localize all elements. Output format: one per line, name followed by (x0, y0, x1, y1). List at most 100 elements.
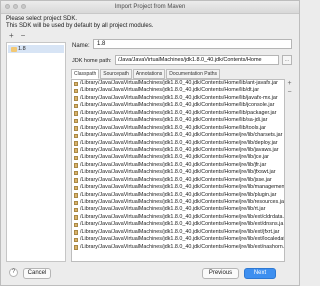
classpath-row-label: /Library/Java/JavaVirtualMachines/jdk1.8… (80, 80, 278, 86)
tab-documentation-paths[interactable]: Documentation Paths (166, 69, 221, 79)
classpath-row-label: /Library/Java/JavaVirtualMachines/jdk1.8… (80, 199, 284, 205)
classpath-row-label: /Library/Java/JavaVirtualMachines/jdk1.8… (80, 221, 284, 228)
classpath-row[interactable]: /Library/Java/JavaVirtualMachines/jdk1.8… (72, 229, 284, 236)
classpath-row-label: /Library/Java/JavaVirtualMachines/jdk1.8… (80, 132, 283, 139)
add-classpath-button[interactable]: + (286, 79, 293, 88)
jar-icon (74, 118, 78, 124)
classpath-row-label: /Library/Java/JavaVirtualMachines/jdk1.8… (80, 87, 260, 94)
classpath-row[interactable]: /Library/Java/JavaVirtualMachines/jdk1.8… (72, 236, 284, 243)
classpath-row-label: /Library/Java/JavaVirtualMachines/jdk1.8… (80, 139, 278, 146)
jar-icon (74, 155, 78, 161)
remove-sdk-button[interactable]: − (21, 32, 26, 40)
jar-icon (74, 163, 78, 168)
window-title: Import Project from Maven (114, 4, 186, 10)
classpath-row-label: /Library/Java/JavaVirtualMachines/jdk1.8… (80, 236, 284, 243)
classpath-list: /Library/Java/JavaVirtualMachines/jdk1.8… (71, 79, 285, 262)
previous-button[interactable]: Previous (202, 268, 239, 279)
import-project-dialog: Import Project from Maven Please select … (0, 0, 300, 286)
sdk-list: 1.8 (6, 42, 66, 262)
jar-icon (74, 230, 78, 235)
folder-icon (11, 46, 17, 52)
classpath-row[interactable]: /Library/Java/JavaVirtualMachines/jdk1.8… (72, 214, 284, 221)
classpath-row[interactable]: /Library/Java/JavaVirtualMachines/jdk1.8… (72, 184, 284, 191)
classpath-row[interactable]: /Library/Java/JavaVirtualMachines/jdk1.8… (72, 95, 284, 102)
classpath-row-label: /Library/Java/JavaVirtualMachines/jdk1.8… (80, 206, 266, 213)
classpath-row-label: /Library/Java/JavaVirtualMachines/jdk1.8… (80, 176, 272, 183)
jdk-home-field[interactable]: /Java/JavaVirtualMachines/jdk1.8.0_40.jd… (115, 55, 279, 65)
jar-icon (74, 178, 78, 183)
zoom-window-button[interactable] (21, 4, 26, 9)
jar-icon (74, 133, 78, 139)
classpath-row[interactable]: /Library/Java/JavaVirtualMachines/jdk1.8… (72, 87, 284, 94)
jar-icon (74, 103, 78, 109)
jar-icon (74, 215, 78, 220)
classpath-row-label: /Library/Java/JavaVirtualMachines/jdk1.8… (80, 154, 269, 161)
classpath-row[interactable]: /Library/Java/JavaVirtualMachines/jdk1.8… (72, 132, 284, 139)
help-button[interactable]: ? (9, 268, 18, 277)
sdk-toolbar: + − (9, 32, 25, 40)
jar-icon (74, 148, 78, 153)
jar-icon (74, 81, 78, 86)
jar-icon (74, 245, 78, 250)
jar-icon (74, 222, 78, 228)
jar-icon (74, 185, 78, 191)
title-bar: Import Project from Maven (1, 1, 299, 14)
header-line-1: Please select project SDK. (6, 16, 78, 22)
jar-icon (74, 88, 78, 94)
classpath-row[interactable]: /Library/Java/JavaVirtualMachines/jdk1.8… (72, 147, 284, 154)
classpath-row[interactable]: /Library/Java/JavaVirtualMachines/jdk1.8… (72, 110, 284, 117)
tab-annotations[interactable]: Annotations (132, 69, 166, 79)
sdk-list-item[interactable]: 1.8 (8, 45, 64, 53)
classpath-row-label: /Library/Java/JavaVirtualMachines/jdk1.8… (80, 161, 267, 168)
classpath-row-label: /Library/Java/JavaVirtualMachines/jdk1.8… (80, 117, 268, 124)
header-line-2: This SDK will be used by default by all … (6, 23, 154, 29)
jar-icon (74, 170, 78, 176)
classpath-row[interactable]: /Library/Java/JavaVirtualMachines/jdk1.8… (72, 192, 284, 199)
tab-sourcepath[interactable]: Sourcepath (100, 69, 132, 79)
browse-button[interactable]: ... (282, 55, 292, 65)
classpath-toolbar: + − (286, 79, 293, 97)
name-label: Name: (72, 43, 90, 49)
next-button[interactable]: Next (244, 268, 276, 279)
classpath-row-label: /Library/Java/JavaVirtualMachines/jdk1.8… (80, 184, 284, 191)
add-sdk-button[interactable]: + (9, 32, 14, 40)
jar-icon (74, 96, 78, 101)
minimize-window-button[interactable] (13, 4, 18, 9)
tab-classpath[interactable]: Classpath (71, 69, 100, 79)
classpath-row[interactable]: /Library/Java/JavaVirtualMachines/jdk1.8… (72, 125, 284, 132)
jar-icon (74, 111, 78, 116)
classpath-row[interactable]: /Library/Java/JavaVirtualMachines/jdk1.8… (72, 102, 284, 109)
jar-icon (74, 200, 78, 205)
classpath-row[interactable]: /Library/Java/JavaVirtualMachines/jdk1.8… (72, 244, 284, 251)
sdk-item-label: 1.8 (18, 46, 26, 52)
name-field[interactable]: 1.8 (93, 39, 292, 49)
classpath-row[interactable]: /Library/Java/JavaVirtualMachines/jdk1.8… (72, 206, 284, 213)
classpath-row[interactable]: /Library/Java/JavaVirtualMachines/jdk1.8… (72, 140, 284, 147)
classpath-row[interactable]: /Library/Java/JavaVirtualMachines/jdk1.8… (72, 162, 284, 169)
classpath-row-label: /Library/Java/JavaVirtualMachines/jdk1.8… (80, 109, 277, 116)
classpath-row[interactable]: /Library/Java/JavaVirtualMachines/jdk1.8… (72, 154, 284, 161)
jar-icon (74, 237, 78, 243)
close-window-button[interactable] (5, 4, 10, 9)
classpath-row-label: /Library/Java/JavaVirtualMachines/jdk1.8… (80, 228, 280, 235)
classpath-row-label: /Library/Java/JavaVirtualMachines/jdk1.8… (80, 213, 284, 220)
remove-classpath-button[interactable]: − (286, 88, 293, 97)
classpath-row[interactable]: /Library/Java/JavaVirtualMachines/jdk1.8… (72, 169, 284, 176)
classpath-row-label: /Library/Java/JavaVirtualMachines/jdk1.8… (80, 146, 279, 153)
classpath-row-label: /Library/Java/JavaVirtualMachines/jdk1.8… (80, 169, 276, 176)
jar-icon (74, 126, 78, 131)
classpath-row[interactable]: /Library/Java/JavaVirtualMachines/jdk1.8… (72, 221, 284, 228)
classpath-row[interactable]: /Library/Java/JavaVirtualMachines/jdk1.8… (72, 80, 284, 87)
classpath-row-label: /Library/Java/JavaVirtualMachines/jdk1.8… (80, 243, 284, 250)
tab-bar: Classpath Sourcepath Annotations Documen… (71, 69, 221, 79)
jar-icon (74, 193, 78, 198)
window-controls (5, 4, 26, 9)
jar-icon (74, 207, 78, 213)
classpath-row-label: /Library/Java/JavaVirtualMachines/jdk1.8… (80, 102, 275, 109)
cancel-button[interactable]: Cancel (23, 268, 51, 279)
classpath-row[interactable]: /Library/Java/JavaVirtualMachines/jdk1.8… (72, 177, 284, 184)
jar-icon (74, 141, 78, 146)
classpath-row-label: /Library/Java/JavaVirtualMachines/jdk1.8… (80, 191, 277, 198)
classpath-row[interactable]: /Library/Java/JavaVirtualMachines/jdk1.8… (72, 117, 284, 124)
classpath-row[interactable]: /Library/Java/JavaVirtualMachines/jdk1.8… (72, 199, 284, 206)
